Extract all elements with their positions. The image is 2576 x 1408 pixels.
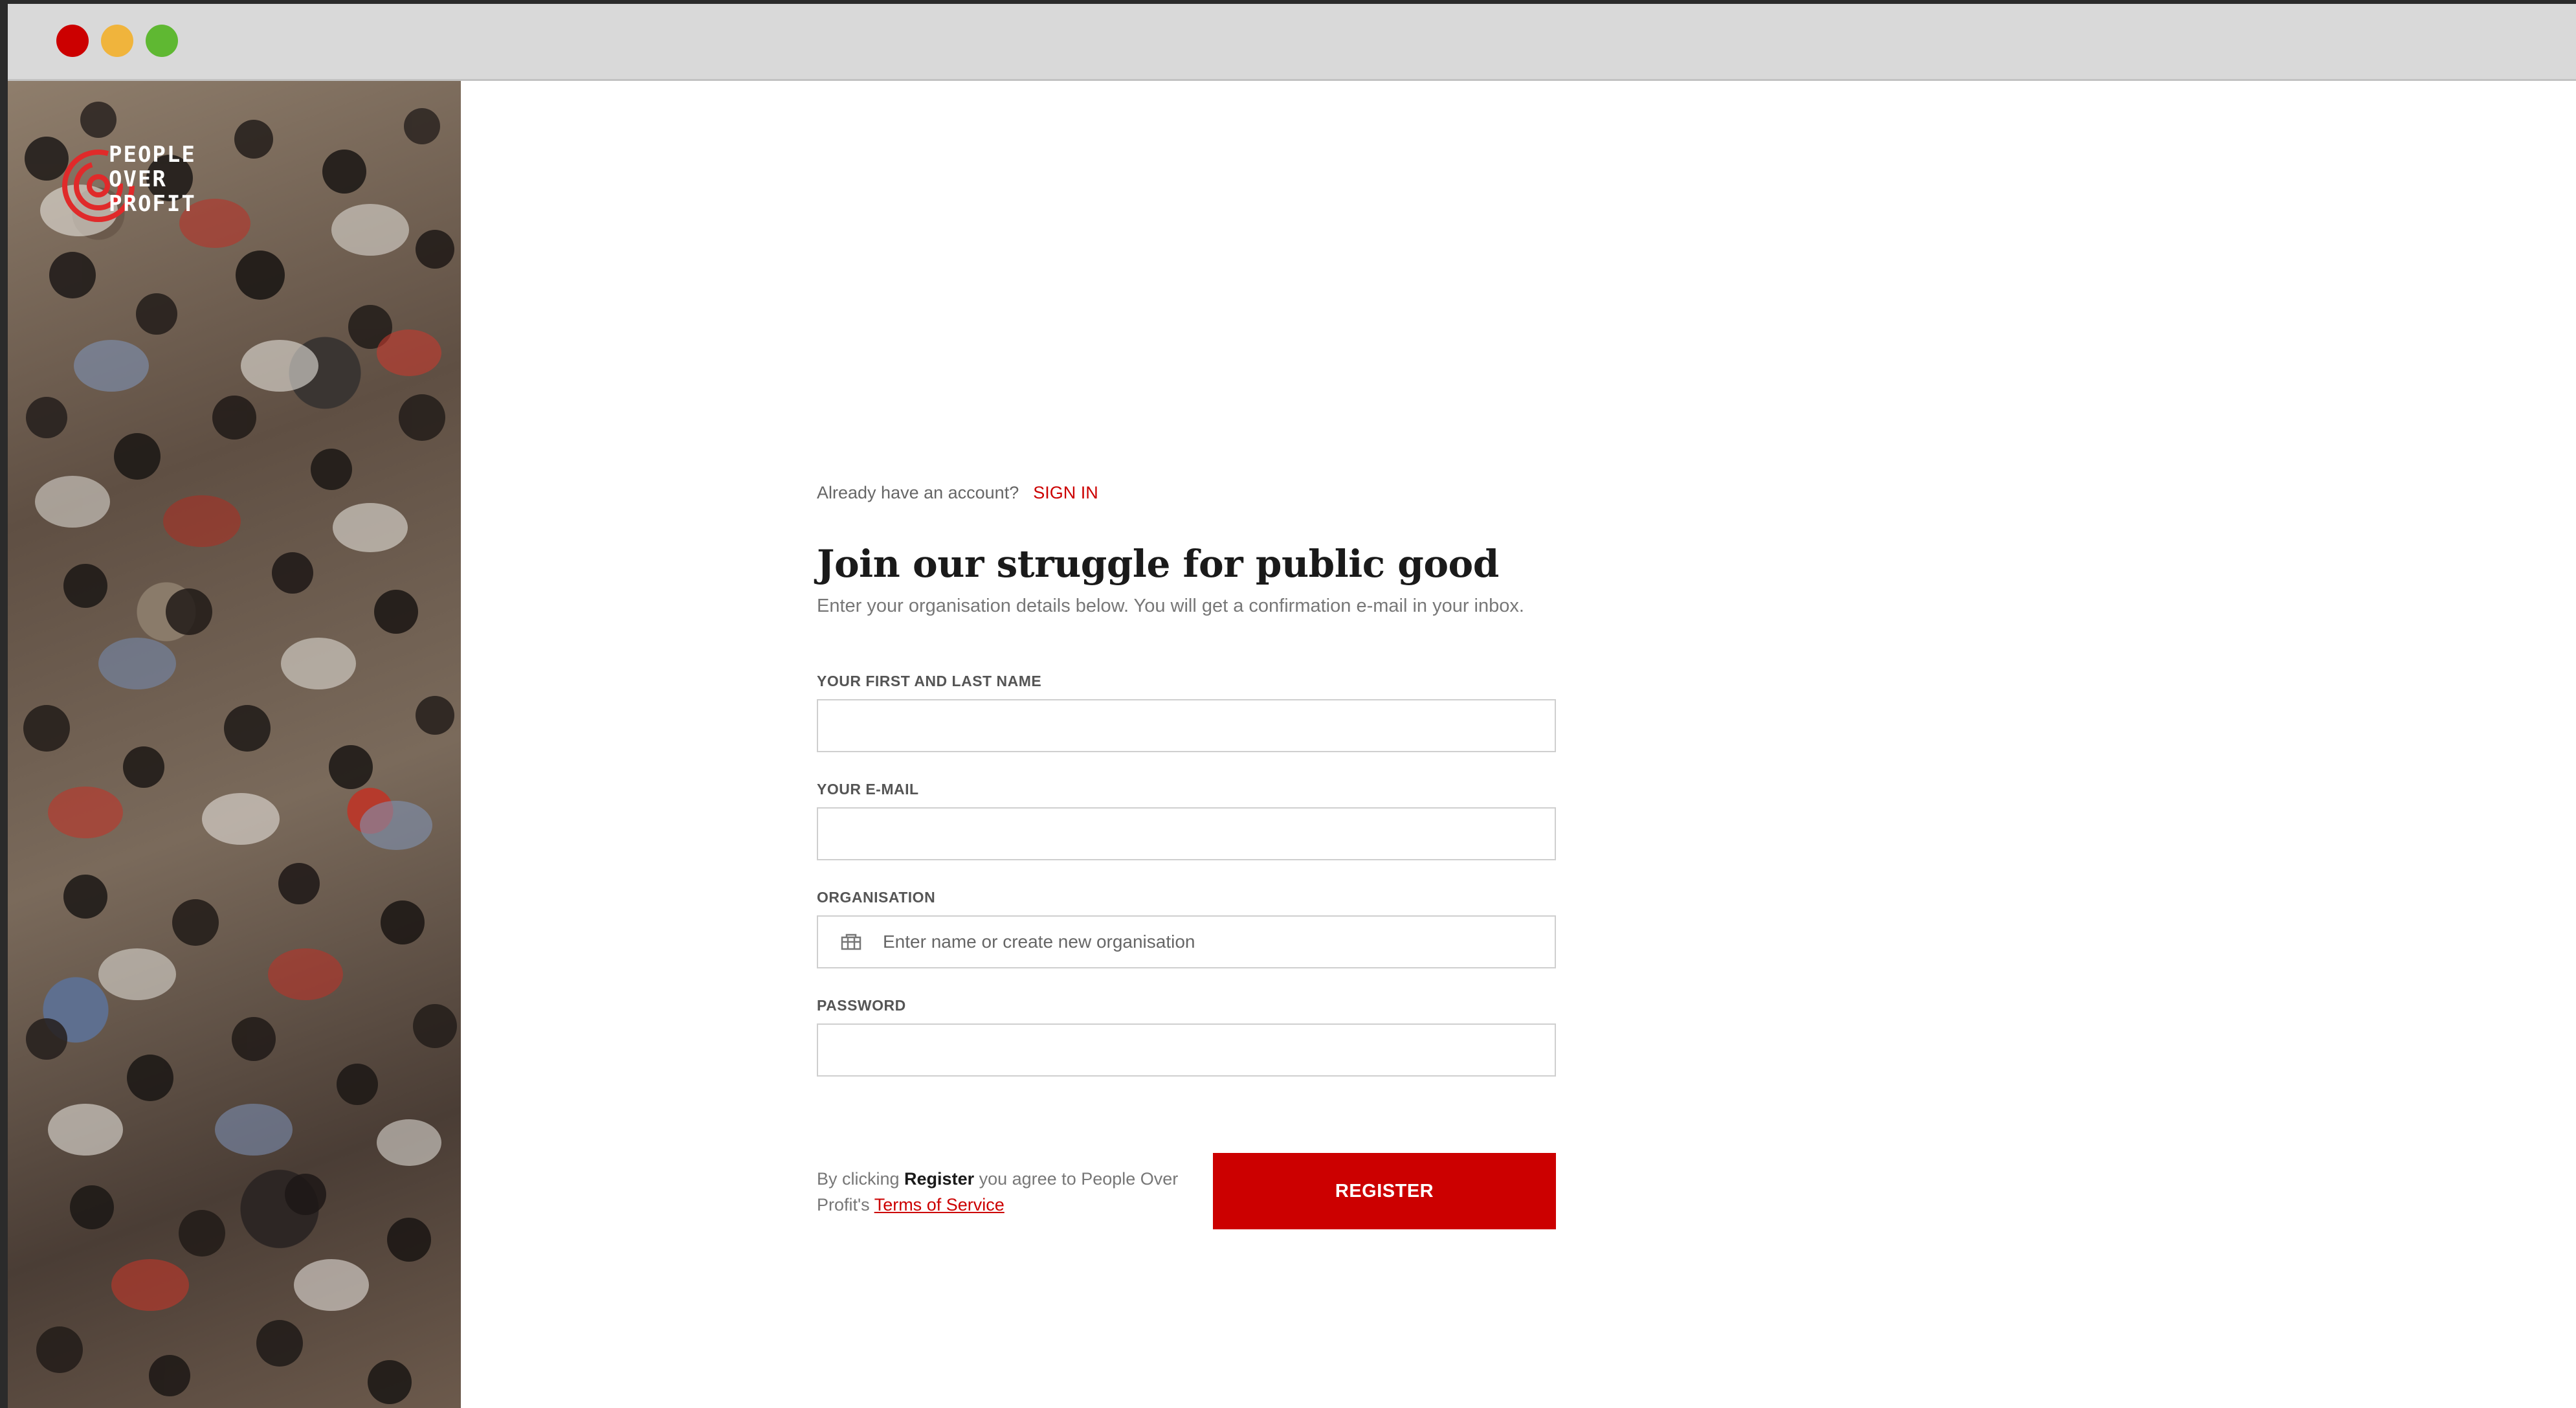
organisation-input-wrap — [817, 915, 1556, 968]
browser-window: PEOPLE OVER PROFIT Already have an accou… — [8, 4, 2576, 1408]
signin-link[interactable]: SIGN IN — [1033, 483, 1098, 502]
name-label: YOUR FIRST AND LAST NAME — [817, 673, 1042, 689]
window-titlebar — [8, 4, 2576, 81]
form-footer: By clicking Register you agree to People… — [817, 1153, 1561, 1231]
brand-name: PEOPLE OVER PROFIT — [109, 142, 196, 217]
crowd-photo-panel: PEOPLE OVER PROFIT — [8, 81, 461, 1408]
register-button[interactable]: REGISTER — [1213, 1153, 1556, 1229]
maximize-window-button[interactable] — [146, 25, 178, 57]
organisation-label: ORGANISATION — [817, 889, 936, 906]
password-field-group: PASSWORD — [817, 997, 1561, 1077]
terms-prefix: By clicking — [817, 1169, 905, 1189]
signin-prompt: Already have an account? — [817, 483, 1019, 502]
password-label: PASSWORD — [817, 997, 906, 1014]
terms-of-service-link[interactable]: Terms of Service — [874, 1195, 1005, 1214]
organisation-field-group: ORGANISATION — [817, 889, 1561, 968]
email-input[interactable] — [817, 807, 1556, 860]
organisation-input[interactable] — [817, 915, 1556, 968]
close-window-button[interactable] — [56, 25, 89, 57]
crowd-photo — [23, 102, 457, 1404]
terms-register-word: Register — [904, 1169, 975, 1189]
email-field-group: YOUR E-MAIL — [817, 781, 1561, 860]
page-title: Join our struggle for public good — [817, 542, 1499, 586]
name-input[interactable] — [817, 699, 1556, 752]
page-subtitle: Enter your organisation details below. Y… — [817, 596, 1524, 616]
building-icon — [841, 933, 861, 950]
signin-row: Already have an account? SIGN IN — [817, 483, 1561, 503]
registration-form: Already have an account? SIGN IN Join our… — [817, 483, 1561, 1231]
terms-notice: By clicking Register you agree to People… — [817, 1166, 1179, 1218]
name-field-group: YOUR FIRST AND LAST NAME — [817, 673, 1561, 752]
password-input[interactable] — [817, 1023, 1556, 1077]
minimize-window-button[interactable] — [101, 25, 133, 57]
email-label: YOUR E-MAIL — [817, 781, 919, 798]
